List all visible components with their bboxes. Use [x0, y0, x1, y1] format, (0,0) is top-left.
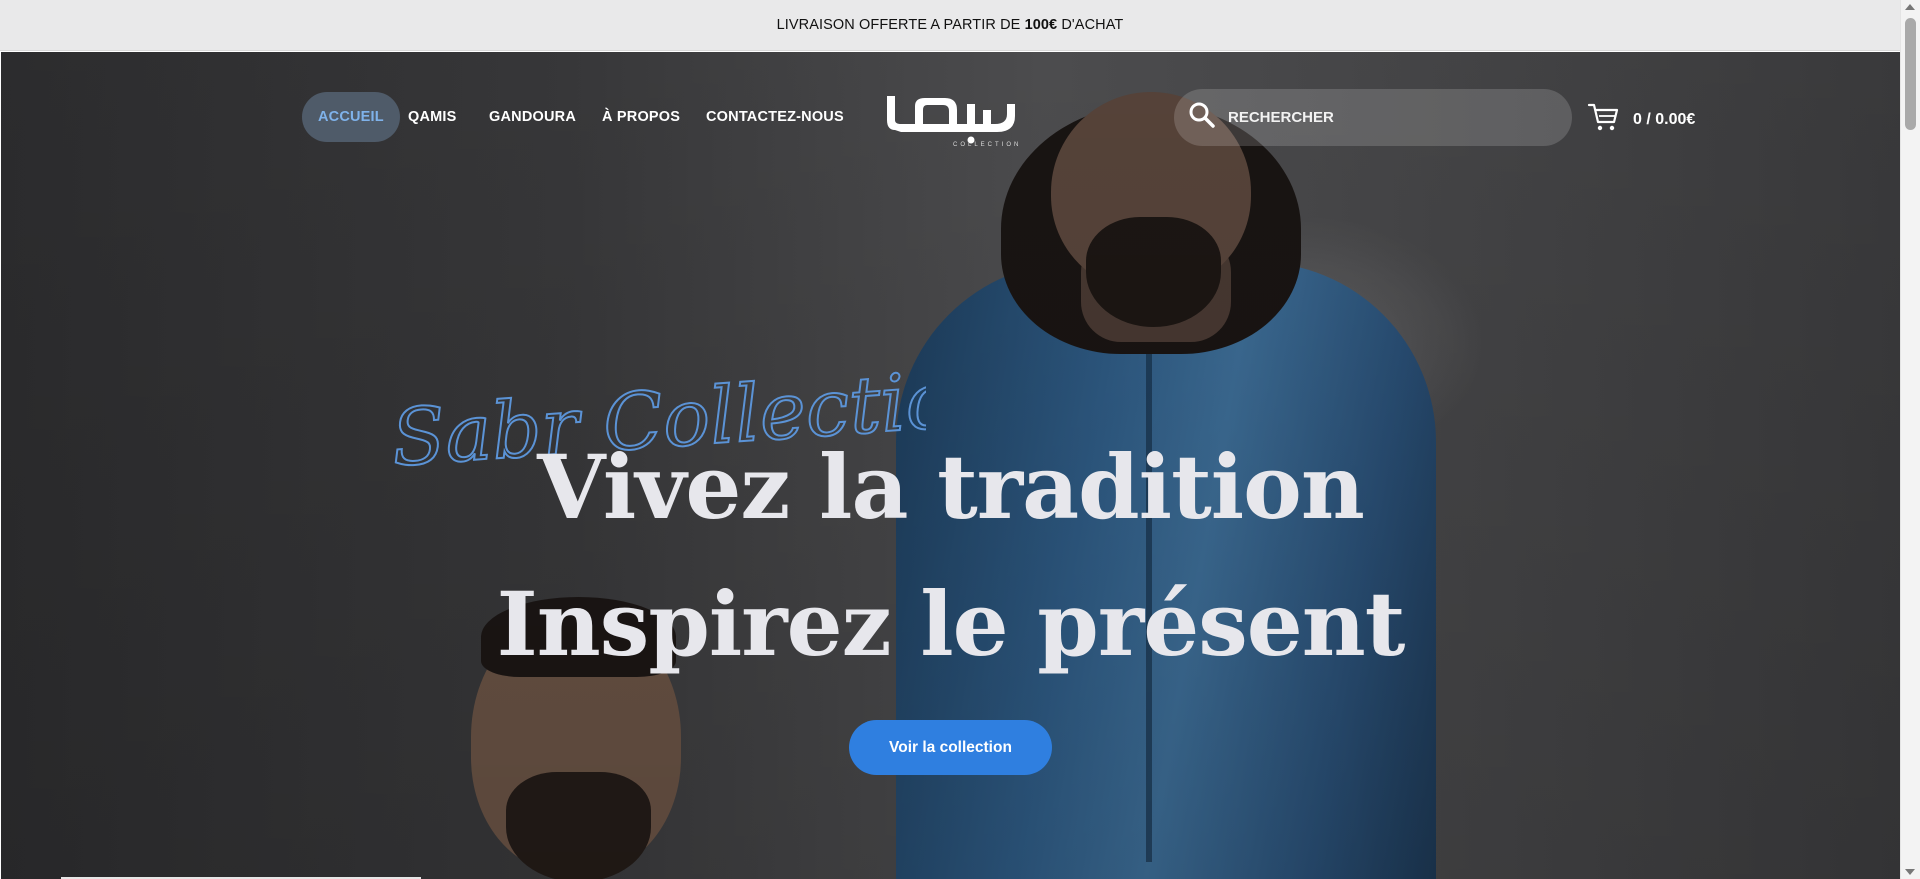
- site-logo[interactable]: COLLECTION: [875, 82, 1025, 152]
- search-icon[interactable]: [1188, 101, 1216, 134]
- search-input[interactable]: [1226, 108, 1546, 127]
- view-collection-button[interactable]: Voir la collection: [849, 720, 1052, 775]
- announcement-text: LIVRAISON OFFERTE A PARTIR DE 100€ D'ACH…: [776, 17, 1124, 33]
- nav-item-a-propos[interactable]: À PROPOS: [602, 92, 680, 142]
- hero-section: ACCUEIL QAMIS GANDOURA À PROPOS CONTACTE…: [1, 52, 1900, 879]
- main-navigation: ACCUEIL QAMIS GANDOURA À PROPOS CONTACTE…: [1, 52, 1900, 182]
- search-bar[interactable]: [1174, 89, 1572, 146]
- scroll-down-arrow-icon[interactable]: [1905, 869, 1915, 875]
- logo-mark: COLLECTION: [887, 96, 1021, 148]
- nav-item-gandoura[interactable]: GANDOURA: [489, 92, 576, 142]
- announcement-bar: LIVRAISON OFFERTE A PARTIR DE 100€ D'ACH…: [0, 0, 1900, 51]
- hero-headline-line-2: Inspirez le présent: [496, 572, 1406, 676]
- page-scrollbar[interactable]: [1900, 0, 1920, 879]
- scroll-up-arrow-icon[interactable]: [1905, 4, 1915, 10]
- cart-total: 0 / 0.00€: [1633, 110, 1696, 128]
- scroll-thumb[interactable]: [1905, 18, 1916, 130]
- nav-item-contact[interactable]: CONTACTEZ-NOUS: [706, 92, 844, 142]
- cart-icon[interactable]: [1587, 102, 1619, 137]
- cart-button[interactable]: 0 / 0.00€: [1587, 97, 1695, 142]
- hero-headline-line-1: Vivez la tradition: [537, 435, 1365, 539]
- svg-text:COLLECTION: COLLECTION: [953, 142, 1021, 148]
- nav-item-qamis[interactable]: QAMIS: [408, 92, 457, 142]
- announcement-amount: 100€: [1024, 17, 1058, 33]
- nav-item-accueil[interactable]: ACCUEIL: [302, 92, 400, 142]
